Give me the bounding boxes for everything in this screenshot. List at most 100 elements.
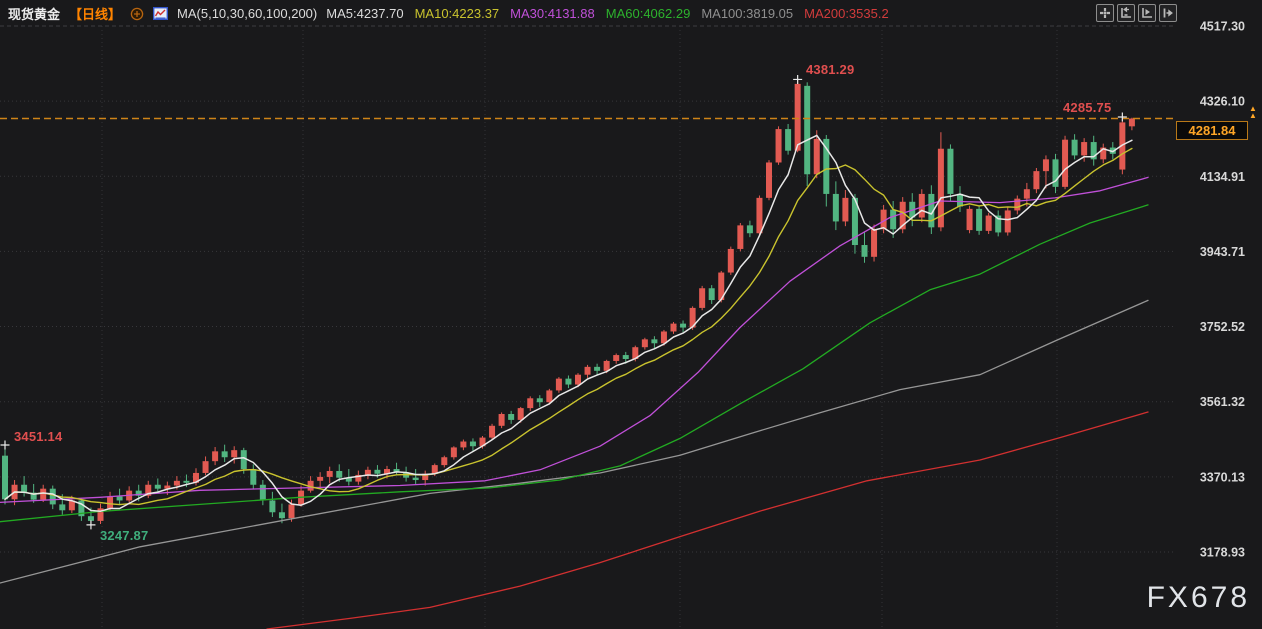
candle-body [728, 249, 734, 273]
chart-header: 现货黄金 【日线】 MA(5,10,30,60,100,200) MA5:423… [8, 4, 889, 23]
candle-body [441, 457, 447, 465]
candle-body [40, 489, 46, 500]
candle-body [2, 456, 8, 500]
watermark-logo: FX678 [1147, 581, 1250, 615]
candle-body [623, 355, 629, 359]
candle-body [527, 398, 533, 408]
step-forward-button[interactable] [1138, 4, 1156, 22]
candle-body [699, 288, 705, 308]
candle-body [88, 516, 94, 521]
candle-body [575, 375, 581, 385]
ma-legend-item: MA5:4237.70 [326, 6, 403, 21]
pan-right-button[interactable] [1159, 4, 1177, 22]
candle-body [183, 481, 189, 483]
candle-body [947, 149, 953, 194]
price-annotation: 4381.29 [806, 62, 854, 77]
ma-legend: MA5:4237.70MA10:4223.37MA30:4131.88MA60:… [326, 6, 888, 21]
candle-body [671, 324, 677, 332]
candle-body [1129, 119, 1135, 127]
candle-body [508, 414, 514, 420]
candle-body [1043, 159, 1049, 171]
candle-body [804, 86, 810, 174]
candle-body [499, 414, 505, 426]
ma-line-ma5 [5, 135, 1132, 511]
candle-body [967, 209, 973, 230]
ma-params-label: MA(5,10,30,60,100,200) [177, 6, 317, 21]
candle-body [1062, 140, 1068, 187]
candle-body [155, 485, 161, 489]
symbol-name: 现货黄金 [8, 4, 60, 23]
candle-body [451, 447, 457, 457]
candle-body [279, 512, 285, 518]
candle-body [289, 504, 295, 518]
candle-body [737, 225, 743, 249]
candle-body [565, 379, 571, 385]
candle-body [871, 229, 877, 257]
candle-body [776, 129, 782, 162]
candle-body [250, 469, 256, 485]
last-price-readout: 4281.84 [1176, 121, 1248, 140]
candle-body [222, 451, 228, 457]
extreme-marker-icon [1118, 112, 1127, 121]
chart-toolbar [1096, 4, 1177, 22]
ma-legend-item: MA200:3535.2 [804, 6, 889, 21]
y-axis-tick: 3370.13 [1200, 470, 1245, 484]
candle-body [642, 339, 648, 347]
ma-line-ma30 [0, 177, 1148, 502]
candle-body [50, 489, 56, 505]
candle-body [986, 216, 992, 231]
candle-body [260, 485, 266, 501]
y-axis-tick: 3561.32 [1200, 395, 1245, 409]
extreme-marker-icon [793, 75, 802, 84]
candle-body [661, 331, 667, 343]
candle-body [231, 450, 237, 457]
candle-body [585, 367, 591, 375]
candle-body [976, 209, 982, 231]
candle-body [546, 390, 552, 402]
candle-body [365, 470, 371, 475]
price-annotation: 3451.14 [14, 429, 62, 444]
candle-body [862, 245, 868, 257]
y-axis-tick: 4134.91 [1200, 170, 1245, 184]
candle-body [795, 84, 801, 151]
candle-body [1033, 171, 1039, 189]
candle-body [651, 339, 657, 343]
candle-body [833, 194, 839, 222]
candle-body [1072, 140, 1078, 156]
candle-body [470, 442, 476, 447]
y-axis-tick: 4517.30 [1200, 20, 1245, 34]
candle-body [957, 194, 963, 207]
candle-body [747, 225, 753, 233]
chart-area[interactable]: 4517.30 4326.10 4134.91 3943.71 3752.52 3561.… [0, 0, 1262, 629]
candle-body [269, 500, 275, 512]
candle-body [814, 139, 820, 174]
candle-body [117, 497, 123, 501]
timeframe-label[interactable]: 【日线】 [69, 4, 121, 23]
candle-body [890, 210, 896, 230]
y-axis-tick: 3178.93 [1200, 545, 1245, 559]
mini-chart-icon[interactable] [153, 7, 168, 20]
zoom-back-button[interactable] [1117, 4, 1135, 22]
candle-body [212, 451, 218, 461]
candle-body [842, 198, 848, 222]
ma-legend-item: MA60:4062.29 [606, 6, 691, 21]
candle-body [766, 162, 772, 197]
y-axis-tick: 3943.71 [1200, 245, 1245, 259]
y-axis-tick: 3752.52 [1200, 320, 1245, 334]
candle-body [785, 129, 791, 151]
crosshair-tool-button[interactable] [1096, 4, 1114, 22]
y-axis-tick: 4326.10 [1200, 95, 1245, 109]
candle-body [174, 481, 180, 486]
candle-body [518, 408, 524, 420]
candle-body [537, 398, 543, 402]
candle-body [374, 470, 380, 474]
candle-body [756, 198, 762, 233]
ma-line-ma200 [267, 412, 1148, 629]
candlestick-chart[interactable]: 4517.30 4326.10 4134.91 3943.71 3752.52 3561.… [0, 0, 1262, 629]
candle-body [460, 442, 466, 448]
candle-body [709, 288, 715, 300]
extreme-marker-icon [1, 441, 10, 450]
candle-body [413, 478, 419, 480]
price-up-arrows-icon: ▲▲ [1249, 105, 1257, 119]
add-indicator-icon[interactable] [130, 7, 144, 21]
